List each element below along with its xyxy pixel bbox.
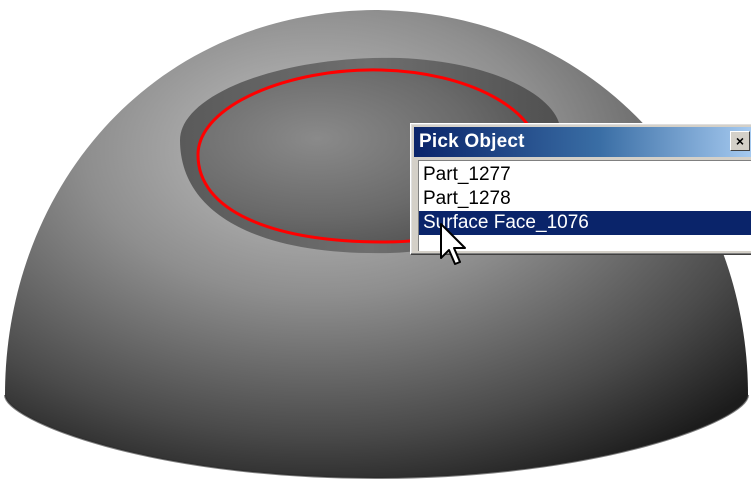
close-icon[interactable]: ×: [730, 131, 750, 151]
list-item-surface-face-1076[interactable]: Surface Face_1076: [419, 211, 751, 235]
list-item-part-1278[interactable]: Part_1278: [419, 187, 751, 211]
dialog-title: Pick Object: [419, 131, 525, 152]
dialog-titlebar[interactable]: Pick Object ×: [414, 127, 751, 157]
pick-object-dialog[interactable]: Pick Object × Part_1277 Part_1278 Surfac…: [410, 123, 751, 255]
list-item-part-1277[interactable]: Part_1277: [419, 163, 751, 187]
pick-object-list[interactable]: Part_1277 Part_1278 Surface Face_1076: [418, 160, 751, 251]
